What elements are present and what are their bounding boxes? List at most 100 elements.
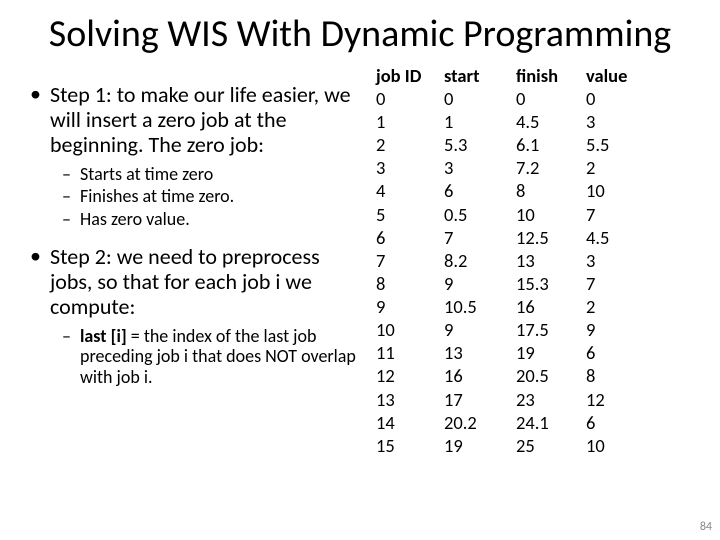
table-cell: 10 (584, 179, 644, 202)
sub-bullet: – Has zero value. (62, 209, 360, 230)
table-cell: 3 (584, 249, 644, 272)
sub-bullet-text: Finishes at time zero. (80, 186, 360, 207)
table-cell: 15.3 (514, 272, 584, 295)
table-cell: 5.5 (584, 133, 644, 156)
table-row: 46810 (370, 179, 690, 202)
table-row: 13172312 (370, 388, 690, 411)
table-cell: 0 (514, 87, 584, 110)
table-cell: 6 (370, 226, 440, 249)
bullet-step2-text: Step 2: we need to preprocess jobs, so t… (50, 244, 360, 320)
table-cell: 19 (440, 434, 514, 457)
table-cell: 16 (514, 295, 584, 318)
table-row: 8915.37 (370, 272, 690, 295)
table-cell: 12.5 (514, 226, 584, 249)
table-cell: 4.5 (514, 110, 584, 133)
table-cell: 6 (440, 179, 514, 202)
bullet-step1: • Step 1: to make our life easier, we wi… (30, 82, 360, 158)
table-cell: 7.2 (514, 156, 584, 179)
table-cell: 7 (440, 226, 514, 249)
table-cell: 24.1 (514, 411, 584, 434)
sub-bullet-bold: last [i] (80, 325, 127, 347)
slide-body: • Step 1: to make our life easier, we wi… (30, 64, 690, 457)
table-cell: 2 (370, 133, 440, 156)
table-row: 25.36.15.5 (370, 133, 690, 156)
page-number: 84 (700, 520, 712, 534)
table-cell: 14 (370, 411, 440, 434)
slide: Solving WIS With Dynamic Programming • S… (0, 0, 720, 540)
table-cell: 20.2 (440, 411, 514, 434)
table-cell: 12 (370, 364, 440, 387)
table-cell: 9 (440, 272, 514, 295)
table-cell: 7 (584, 272, 644, 295)
table-cell: 0.5 (440, 203, 514, 226)
header-jobid: job ID (370, 64, 440, 87)
sub-bullet: – last [i] = the index of the last job p… (62, 326, 360, 388)
dash-icon: – (62, 209, 80, 230)
bullet-step1-sublist: – Starts at time zero – Finishes at time… (62, 164, 360, 230)
table-cell: 6.1 (514, 133, 584, 156)
bullet-step2-sublist: – last [i] = the index of the last job p… (62, 326, 360, 388)
bullet-dot-icon: • (30, 244, 50, 320)
header-value: value (584, 64, 644, 87)
table-cell: 3 (584, 110, 644, 133)
table-cell: 9 (440, 318, 514, 341)
table-cell: 10 (584, 434, 644, 457)
table-row: 337.22 (370, 156, 690, 179)
table-cell: 15 (370, 434, 440, 457)
table-cell: 12 (584, 388, 644, 411)
dash-icon: – (62, 326, 80, 388)
table-cell: 5 (370, 203, 440, 226)
table-header-row: job ID start finish value (370, 64, 690, 87)
dash-icon: – (62, 164, 80, 185)
table-cell: 10.5 (440, 295, 514, 318)
table-cell: 9 (584, 318, 644, 341)
bullet-dot-icon: • (30, 82, 50, 158)
table-cell: 23 (514, 388, 584, 411)
table-row: 6712.54.5 (370, 226, 690, 249)
table-cell: 6 (584, 341, 644, 364)
table-cell: 13 (514, 249, 584, 272)
table-cell: 25 (514, 434, 584, 457)
table-cell: 17.5 (514, 318, 584, 341)
table-row: 1113196 (370, 341, 690, 364)
table-row: 15192510 (370, 434, 690, 457)
table-row: 50.5107 (370, 203, 690, 226)
table-cell: 0 (584, 87, 644, 110)
table-row: 0000 (370, 87, 690, 110)
table-cell: 10 (514, 203, 584, 226)
table-cell: 7 (584, 203, 644, 226)
table-cell: 3 (440, 156, 514, 179)
table-cell: 8.2 (440, 249, 514, 272)
sub-bullet-text: last [i] = the index of the last job pre… (80, 326, 360, 388)
table-row: 121620.58 (370, 364, 690, 387)
table-cell: 4.5 (584, 226, 644, 249)
table-row: 78.2133 (370, 249, 690, 272)
bullet-step2: • Step 2: we need to preprocess jobs, so… (30, 244, 360, 320)
sub-bullet: – Finishes at time zero. (62, 186, 360, 207)
sub-bullet-text: Has zero value. (80, 209, 360, 230)
table-cell: 9 (370, 295, 440, 318)
table-row: 10917.59 (370, 318, 690, 341)
table-cell: 17 (440, 388, 514, 411)
sub-bullet-text: Starts at time zero (80, 164, 360, 185)
table-body: 0000114.5325.36.15.5337.224681050.510767… (370, 87, 690, 457)
sub-bullet: – Starts at time zero (62, 164, 360, 185)
table-row: 910.5162 (370, 295, 690, 318)
table-cell: 8 (514, 179, 584, 202)
table-row: 1420.224.16 (370, 411, 690, 434)
slide-title: Solving WIS With Dynamic Programming (30, 14, 690, 56)
table-cell: 16 (440, 364, 514, 387)
table-cell: 20.5 (514, 364, 584, 387)
table-cell: 3 (370, 156, 440, 179)
table-cell: 19 (514, 341, 584, 364)
table-cell: 7 (370, 249, 440, 272)
table-cell: 10 (370, 318, 440, 341)
table-cell: 0 (440, 87, 514, 110)
table-cell: 13 (370, 388, 440, 411)
table-cell: 2 (584, 156, 644, 179)
table-cell: 8 (584, 364, 644, 387)
job-table: job ID start finish value 0000114.5325.3… (370, 64, 690, 457)
table-cell: 8 (370, 272, 440, 295)
table-cell: 4 (370, 179, 440, 202)
bullet-step1-text: Step 1: to make our life easier, we will… (50, 82, 360, 158)
